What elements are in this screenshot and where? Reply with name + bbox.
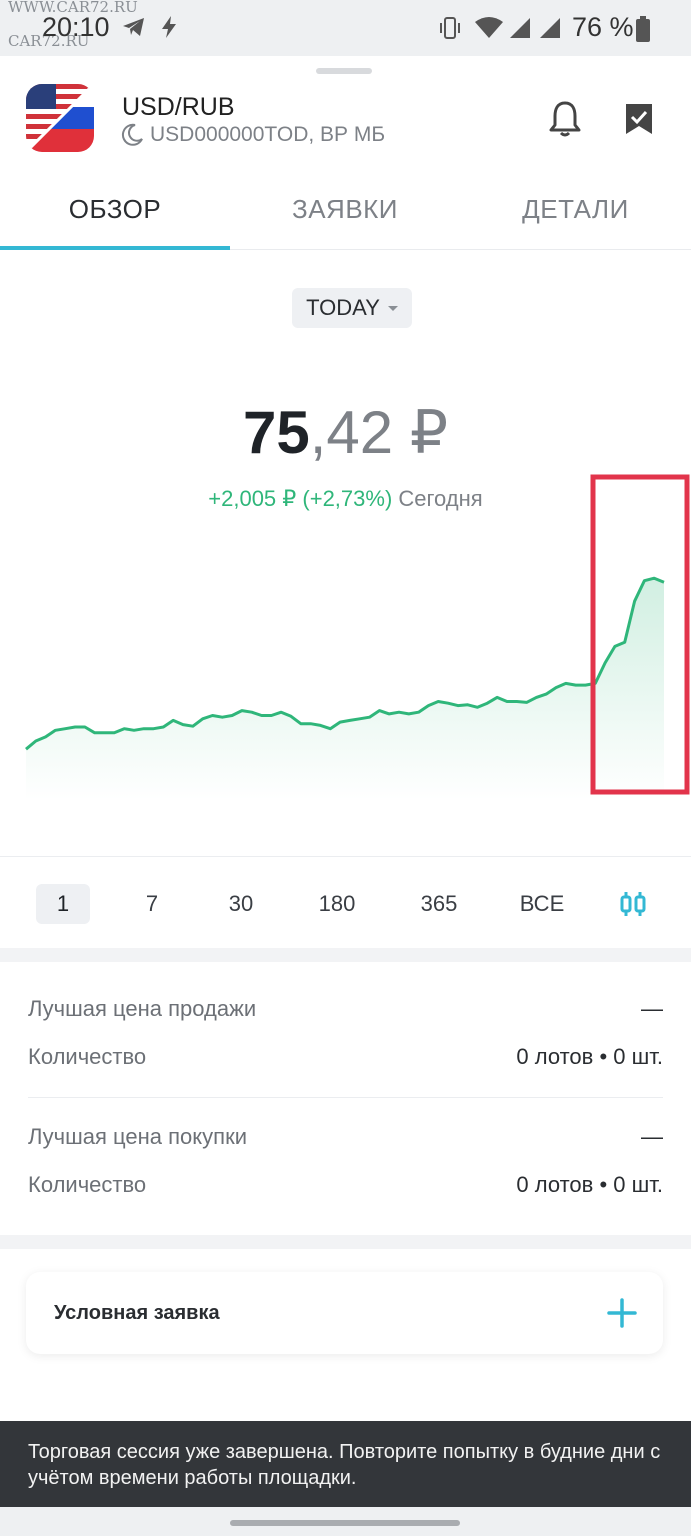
flash-icon <box>162 16 176 38</box>
status-bar: WWW.CAR72.RU CAR72.RU 20:10 76 % <box>0 0 691 56</box>
period-dropdown[interactable]: TODAY <box>292 288 412 328</box>
bookmark-check-icon[interactable] <box>624 102 654 136</box>
session-closed-toast: Торговая сессия уже завершена. Повторите… <box>0 1421 691 1507</box>
instrument-title: USD/RUB <box>122 93 235 121</box>
instrument-subtitle-row: USD000000TOD, ВР МБ <box>120 123 385 147</box>
best-ask-label: Лучшая цена продажи <box>28 996 257 1021</box>
active-tab-indicator <box>0 246 230 250</box>
telegram-icon <box>123 18 144 36</box>
range-180[interactable]: 180 <box>308 884 366 924</box>
range-7[interactable]: 7 <box>130 884 174 924</box>
conditional-order-label: Условная заявка <box>54 1302 220 1324</box>
range-30[interactable]: 30 <box>216 884 266 924</box>
period-label: TODAY <box>306 295 380 320</box>
price-integer: 75 <box>242 399 310 466</box>
best-bid-label: Лучшая цена покупки <box>28 1124 247 1149</box>
ask-quantity-label: Количество <box>28 1044 147 1069</box>
navigation-bar <box>0 1507 691 1536</box>
range-selector: 1 7 30 180 365 ВСЕ <box>0 878 691 928</box>
vibrate-icon <box>440 17 460 39</box>
instrument-ticker: USD000000TOD, ВР МБ <box>150 123 386 146</box>
tab-details[interactable]: ДЕТАЛИ <box>460 194 691 225</box>
conditional-order-card[interactable]: Условная заявка <box>26 1272 663 1354</box>
chart-area-fill <box>26 578 664 800</box>
divider <box>28 1097 663 1098</box>
battery-icon <box>636 16 650 42</box>
price-chart[interactable]: 10:0012:3214:3517:09 <box>0 470 691 810</box>
best-ask-value: — <box>641 996 663 1021</box>
current-price: 75,42 ₽ <box>0 398 691 468</box>
wifi-icon <box>475 17 503 38</box>
bid-quantity-label: Количество <box>28 1172 147 1197</box>
tab-bar: ОБЗОР ЗАЯВКИ ДЕТАЛИ <box>0 180 691 250</box>
home-gesture-pill[interactable] <box>230 1520 460 1526</box>
battery-percent: 76 % <box>572 12 634 42</box>
chevron-down-icon <box>387 305 398 311</box>
candlestick-icon[interactable] <box>618 892 648 916</box>
toast-message: Торговая сессия уже завершена. Повторите… <box>28 1441 661 1489</box>
section-gap <box>0 948 691 962</box>
range-365[interactable]: 365 <box>410 884 468 924</box>
divider <box>0 856 691 857</box>
signal-icon <box>540 18 560 38</box>
bell-icon[interactable] <box>547 100 583 138</box>
plus-icon[interactable] <box>607 1298 637 1328</box>
usd-rub-flag-icon <box>26 84 94 152</box>
tab-overview[interactable]: ОБЗОР <box>0 194 230 225</box>
signal-icon <box>510 18 530 38</box>
bid-quantity-value: 0 лотов • 0 шт. <box>516 1172 663 1197</box>
moon-icon <box>121 123 143 146</box>
tab-orders[interactable]: ЗАЯВКИ <box>230 194 460 225</box>
range-1[interactable]: 1 <box>36 884 90 924</box>
ask-quantity-value: 0 лотов • 0 шт. <box>516 1044 663 1069</box>
price-fraction: ,42 ₽ <box>309 399 448 466</box>
section-gap <box>0 1235 691 1249</box>
best-bid-value: — <box>641 1124 663 1149</box>
status-time: 20:10 <box>42 12 110 42</box>
range-all[interactable]: ВСЕ <box>512 884 572 924</box>
sheet-handle[interactable] <box>316 68 372 74</box>
